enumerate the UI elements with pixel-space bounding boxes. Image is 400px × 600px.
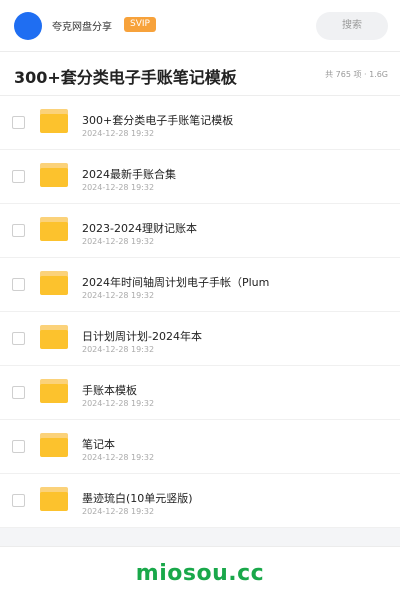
folder-meta: 共 765 项 · 1.6G	[325, 70, 388, 79]
item-date: 2024-12-28 19:32	[82, 399, 155, 408]
list-item[interactable]: 笔记本 2024-12-28 19:32	[0, 420, 400, 474]
item-name: 笔记本	[82, 438, 115, 451]
folder-icon	[40, 325, 68, 349]
folder-icon	[40, 217, 68, 241]
list-item[interactable]: 2024最新手账合集 2024-12-28 19:32	[0, 150, 400, 204]
folder-icon	[40, 163, 68, 187]
checkbox[interactable]	[12, 170, 25, 183]
item-date: 2024-12-28 19:32	[82, 291, 155, 300]
item-date: 2024-12-28 19:32	[82, 345, 155, 354]
checkbox[interactable]	[12, 278, 25, 291]
watermark: miosou.cc	[135, 561, 265, 586]
list-item[interactable]: 300+套分类电子手账笔记模板 2024-12-28 19:32	[0, 96, 400, 150]
item-name: 手账本模板	[82, 384, 137, 397]
item-date: 2024-12-28 19:32	[82, 129, 155, 138]
folder-title-bar: 300+套分类电子手账笔记模板 共 765 项 · 1.6G	[0, 52, 400, 96]
checkbox[interactable]	[12, 116, 25, 129]
item-date: 2024-12-28 19:32	[82, 453, 155, 462]
item-name: 2023-2024理财记账本	[82, 222, 197, 235]
search-button[interactable]: 搜索	[316, 12, 388, 40]
folder-icon	[40, 109, 68, 133]
folder-icon	[40, 379, 68, 403]
checkbox[interactable]	[12, 440, 25, 453]
svip-badge: SVIP	[124, 17, 156, 32]
checkbox[interactable]	[12, 494, 25, 507]
file-list: 300+套分类电子手账笔记模板 2024-12-28 19:32 2024最新手…	[0, 96, 400, 528]
list-item[interactable]: 墨迹琉白(10单元竖版) 2024-12-28 19:32	[0, 474, 400, 528]
folder-icon	[40, 271, 68, 295]
item-name: 300+套分类电子手账笔记模板	[82, 114, 234, 127]
page-title: 300+套分类电子手账笔记模板	[14, 68, 237, 87]
item-name: 2024年时间轴周计划电子手帐（Plum	[82, 276, 270, 289]
app-header: 夸克网盘分享 SVIP 搜索	[0, 0, 400, 52]
item-date: 2024-12-28 19:32	[82, 507, 155, 516]
app-name: 夸克网盘分享	[52, 22, 112, 33]
item-name: 日计划周计划-2024年本	[82, 330, 202, 343]
item-date: 2024-12-28 19:32	[82, 183, 155, 192]
folder-icon	[40, 433, 68, 457]
checkbox[interactable]	[12, 224, 25, 237]
item-date: 2024-12-28 19:32	[82, 237, 155, 246]
item-name: 墨迹琉白(10单元竖版)	[82, 492, 193, 505]
avatar[interactable]	[14, 12, 42, 40]
checkbox[interactable]	[12, 332, 25, 345]
item-name: 2024最新手账合集	[82, 168, 176, 181]
footer-bar: miosou.cc	[0, 546, 400, 600]
list-item[interactable]: 2023-2024理财记账本 2024-12-28 19:32	[0, 204, 400, 258]
list-item[interactable]: 手账本模板 2024-12-28 19:32	[0, 366, 400, 420]
checkbox[interactable]	[12, 386, 25, 399]
list-item[interactable]: 日计划周计划-2024年本 2024-12-28 19:32	[0, 312, 400, 366]
folder-icon	[40, 487, 68, 511]
list-item[interactable]: 2024年时间轴周计划电子手帐（Plum 2024-12-28 19:32	[0, 258, 400, 312]
